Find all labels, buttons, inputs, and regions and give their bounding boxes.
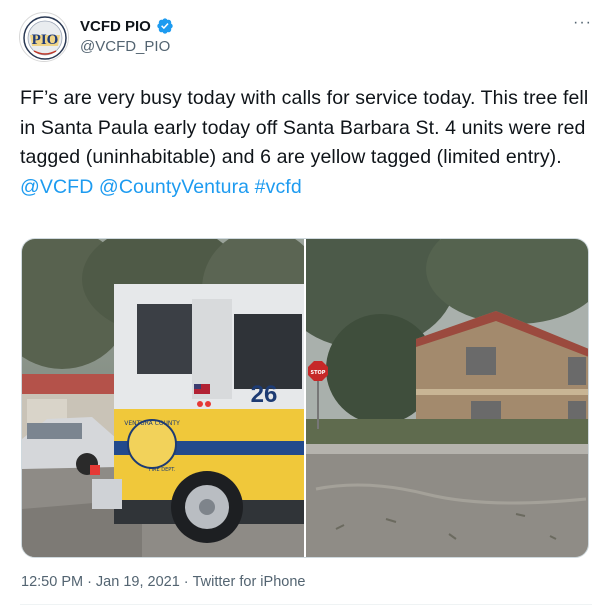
truck-number: 26 [251,381,278,408]
tweet-text: FF’s are very busy today with calls for … [20,84,595,202]
truck-door-subtext: FIRE DEPT. [149,467,176,473]
hashtag-vcfd-link[interactable]: #vcfd [255,176,302,198]
apartment-image: STOP [306,239,588,557]
author-handle[interactable]: @VCFD_PIO [80,38,170,55]
mention-vcfd-link[interactable]: @VCFD [20,176,93,198]
pio-logo-icon: PIO [21,14,68,61]
avatar-text: PIO [32,32,59,48]
meta-separator-2: · [183,574,189,590]
verified-badge-icon [157,18,173,34]
truck-door-text: VENTURA COUNTY [124,420,180,427]
display-name[interactable]: VCFD PIO [80,18,151,35]
fire-truck-image: VENTURA COUNTY FIRE DEPT. 26 [22,239,304,557]
tweet-meta: 12:50 PM · Jan 19, 2021 · Twitter for iPhone [21,574,309,590]
divider [20,604,592,605]
photo-apartment-building[interactable]: STOP [306,239,588,557]
photo-fire-truck[interactable]: VENTURA COUNTY FIRE DEPT. 26 [22,239,304,557]
tweet-date[interactable]: Jan 19, 2021 [96,574,180,590]
tweet-time[interactable]: 12:50 PM [21,574,83,590]
tweet-body: FF’s are very busy today with calls for … [20,87,589,168]
tweet-card: PIO VCFD PIO @VCFD_PIO ··· FF’s are very… [0,0,612,614]
author-name-row[interactable]: VCFD PIO [80,17,174,35]
stop-sign-text: STOP [311,370,326,376]
more-options-icon[interactable]: ··· [573,14,592,32]
mention-countyventura-link[interactable]: @CountyVentura [99,176,249,198]
avatar[interactable]: PIO [19,12,69,62]
tweet-source[interactable]: Twitter for iPhone [193,574,306,590]
media-grid: VENTURA COUNTY FIRE DEPT. 26 STOP [21,238,589,558]
meta-separator: · [87,574,92,590]
